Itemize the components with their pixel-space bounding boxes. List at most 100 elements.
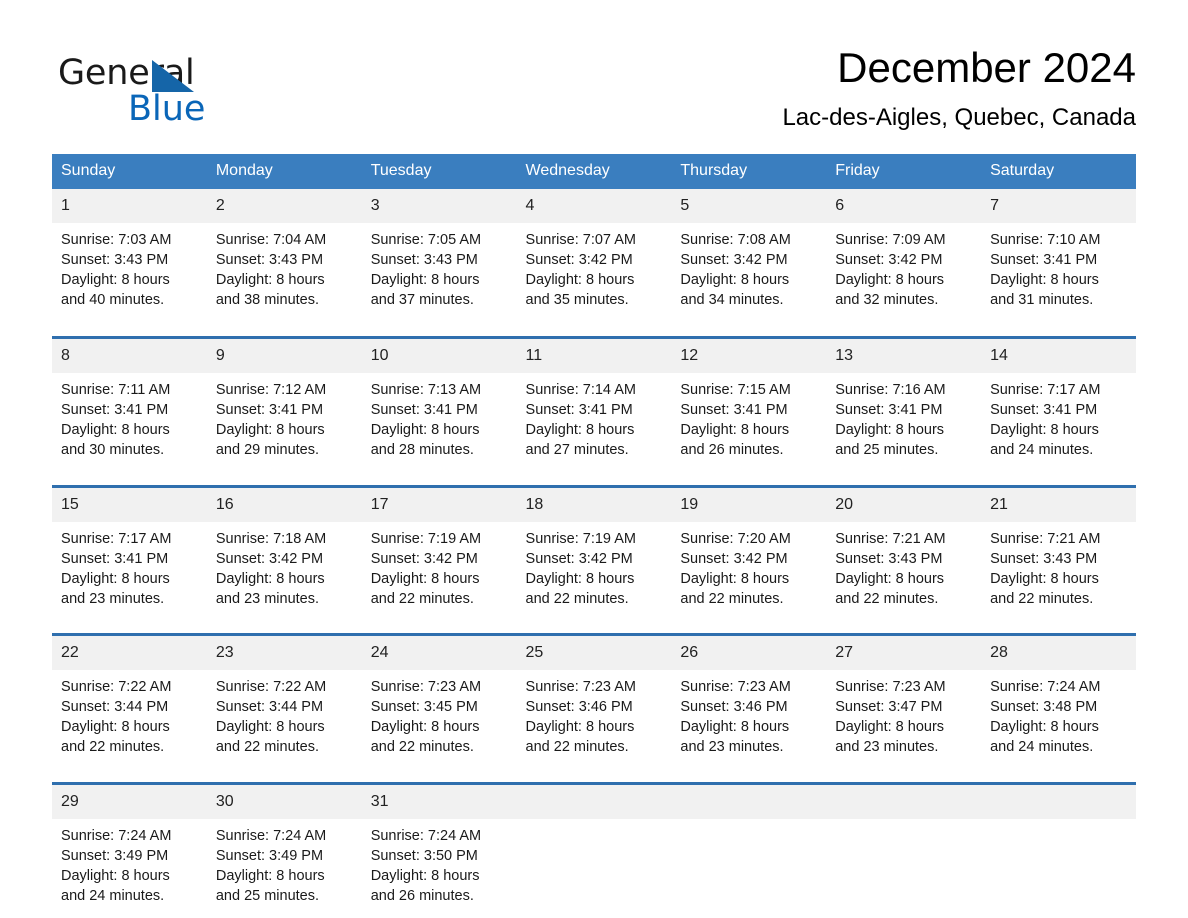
calendar-week-row: 1 Sunrise: 7:03 AM Sunset: 3:43 PM Daylig… (52, 189, 1136, 320)
calendar-day-cell[interactable]: 30 Sunrise: 7:24 AM Sunset: 3:49 PM Dayli… (206, 781, 362, 914)
calendar-day-cell[interactable]: 27 Sunrise: 7:23 AM Sunset: 3:47 PM Dayli… (826, 633, 982, 765)
day-sun-info (517, 819, 672, 826)
weekday-header-tuesday: Tuesday (361, 154, 517, 190)
day-sun-info: Sunrise: 7:19 AM Sunset: 3:42 PM Dayligh… (525, 530, 636, 607)
calendar-day-cell[interactable]: 29 Sunrise: 7:24 AM Sunset: 3:49 PM Dayli… (52, 781, 207, 914)
day-number: 28 (981, 636, 1136, 671)
day-sun-info: Sunrise: 7:11 AM Sunset: 3:41 PM Dayligh… (61, 382, 171, 459)
page-header: General Blue December 2024 Lac-des-Aigle… (0, 0, 1188, 132)
day-number: 14 (981, 339, 1136, 374)
calendar-day-cell[interactable]: 6 Sunrise: 7:09 AM Sunset: 3:42 PM Daylig… (826, 189, 982, 320)
calendar-day-cell[interactable]: 18 Sunrise: 7:19 AM Sunset: 3:42 PM Dayli… (516, 484, 672, 617)
day-sun-info: Sunrise: 7:23 AM Sunset: 3:45 PM Dayligh… (370, 679, 482, 756)
day-sun-info: Sunrise: 7:15 AM Sunset: 3:41 PM Dayligh… (680, 382, 791, 459)
weekday-header-friday: Friday (826, 154, 982, 190)
day-number: 4 (516, 189, 672, 224)
day-number: 19 (671, 487, 827, 522)
day-sun-info: Sunrise: 7:23 AM Sunset: 3:46 PM Dayligh… (680, 679, 791, 756)
weekday-header-sunday: Sunday (52, 154, 207, 190)
calendar-day-cell[interactable]: 25 Sunrise: 7:23 AM Sunset: 3:46 PM Dayli… (516, 633, 672, 765)
day-sun-info: Sunrise: 7:07 AM Sunset: 3:42 PM Dayligh… (525, 232, 636, 309)
page-subtitle: Lac-des-Aigles, Quebec, Canada (782, 104, 1136, 132)
day-number: 20 (826, 487, 982, 522)
day-number: 6 (826, 189, 982, 224)
day-number (826, 784, 982, 819)
calendar-day-cell[interactable]: 14 Sunrise: 7:17 AM Sunset: 3:41 PM Dayli… (981, 336, 1136, 468)
week-spacer (52, 764, 1136, 784)
calendar-day-cell[interactable]: 21 Sunrise: 7:21 AM Sunset: 3:43 PM Dayli… (981, 484, 1136, 617)
calendar-day-cell[interactable]: 31 Sunrise: 7:24 AM Sunset: 3:50 PM Dayli… (361, 781, 517, 914)
day-number: 31 (361, 784, 517, 819)
day-sun-info (826, 819, 981, 826)
calendar-day-cell[interactable]: 22 Sunrise: 7:22 AM Sunset: 3:44 PM Dayli… (52, 633, 207, 765)
calendar-day-cell[interactable]: 5 Sunrise: 7:08 AM Sunset: 3:42 PM Daylig… (671, 189, 827, 320)
calendar-day-cell[interactable]: 13 Sunrise: 7:16 AM Sunset: 3:41 PM Dayli… (826, 336, 982, 468)
day-number: 25 (516, 636, 672, 671)
day-sun-info (981, 819, 1136, 826)
day-number: 9 (206, 339, 362, 374)
day-sun-info: Sunrise: 7:12 AM Sunset: 3:41 PM Dayligh… (215, 382, 327, 459)
day-sun-info: Sunrise: 7:17 AM Sunset: 3:41 PM Dayligh… (61, 530, 172, 607)
calendar-day-cell[interactable]: 1 Sunrise: 7:03 AM Sunset: 3:43 PM Daylig… (52, 189, 207, 320)
day-number: 5 (671, 189, 827, 224)
calendar-day-cell[interactable]: 19 Sunrise: 7:20 AM Sunset: 3:42 PM Dayli… (671, 484, 827, 617)
weekday-header-wednesday: Wednesday (516, 154, 672, 190)
day-number: 29 (52, 784, 207, 819)
day-number: 23 (206, 636, 362, 671)
calendar-day-cell[interactable]: 15 Sunrise: 7:17 AM Sunset: 3:41 PM Dayli… (52, 484, 207, 617)
day-number: 27 (826, 636, 982, 671)
calendar-day-cell[interactable]: 9 Sunrise: 7:12 AM Sunset: 3:41 PM Daylig… (206, 336, 362, 468)
week-spacer-cell (52, 616, 1136, 635)
calendar-week-row: 22 Sunrise: 7:22 AM Sunset: 3:44 PM Dayli… (52, 633, 1136, 765)
calendar-day-cell[interactable]: 23 Sunrise: 7:22 AM Sunset: 3:44 PM Dayli… (206, 633, 362, 765)
day-sun-info: Sunrise: 7:24 AM Sunset: 3:49 PM Dayligh… (215, 827, 327, 904)
calendar-day-cell[interactable]: 26 Sunrise: 7:23 AM Sunset: 3:46 PM Dayli… (671, 633, 827, 765)
day-number: 12 (671, 339, 827, 374)
day-sun-info: Sunrise: 7:21 AM Sunset: 3:43 PM Dayligh… (835, 530, 946, 607)
calendar-page: General Blue December 2024 Lac-des-Aigle… (0, 0, 1188, 918)
calendar-day-cell[interactable]: 2 Sunrise: 7:04 AM Sunset: 3:43 PM Daylig… (206, 189, 362, 320)
calendar-day-cell[interactable]: 17 Sunrise: 7:19 AM Sunset: 3:42 PM Dayli… (361, 484, 517, 617)
calendar-day-cell[interactable]: 20 Sunrise: 7:21 AM Sunset: 3:43 PM Dayli… (826, 484, 982, 617)
calendar-week-row: 15 Sunrise: 7:17 AM Sunset: 3:41 PM Dayli… (52, 484, 1136, 617)
day-sun-info: Sunrise: 7:16 AM Sunset: 3:41 PM Dayligh… (835, 382, 946, 459)
calendar-day-cell[interactable]: 10 Sunrise: 7:13 AM Sunset: 3:41 PM Dayli… (361, 336, 517, 468)
day-number: 17 (361, 487, 517, 522)
weekday-header-thursday: Thursday (671, 154, 827, 190)
logo-text-blue: Blue (128, 89, 206, 129)
day-sun-info: Sunrise: 7:24 AM Sunset: 3:49 PM Dayligh… (61, 827, 172, 904)
calendar-week-row: 8 Sunrise: 7:11 AM Sunset: 3:41 PM Daylig… (52, 336, 1136, 468)
day-sun-info: Sunrise: 7:09 AM Sunset: 3:42 PM Dayligh… (835, 232, 946, 309)
calendar-day-cell[interactable]: 11 Sunrise: 7:14 AM Sunset: 3:41 PM Dayli… (516, 336, 672, 468)
calendar-day-cell[interactable]: 8 Sunrise: 7:11 AM Sunset: 3:41 PM Daylig… (52, 336, 207, 468)
calendar-day-cell[interactable]: 16 Sunrise: 7:18 AM Sunset: 3:42 PM Dayli… (206, 484, 362, 617)
page-title: December 2024 (837, 44, 1136, 91)
day-sun-info: Sunrise: 7:14 AM Sunset: 3:41 PM Dayligh… (525, 382, 636, 459)
day-sun-info: Sunrise: 7:23 AM Sunset: 3:46 PM Dayligh… (525, 679, 636, 756)
calendar-week-row: 29 Sunrise: 7:24 AM Sunset: 3:49 PM Dayli… (52, 781, 1136, 914)
calendar-empty-cell (516, 781, 672, 914)
logo-triangle-icon (152, 60, 194, 92)
generalblue-logo[interactable]: General Blue (58, 44, 258, 129)
calendar-body: 1 Sunrise: 7:03 AM Sunset: 3:43 PM Daylig… (52, 189, 1136, 914)
calendar-day-cell[interactable]: 4 Sunrise: 7:07 AM Sunset: 3:42 PM Daylig… (516, 189, 672, 320)
day-sun-info: Sunrise: 7:05 AM Sunset: 3:43 PM Dayligh… (370, 232, 482, 309)
day-sun-info: Sunrise: 7:13 AM Sunset: 3:41 PM Dayligh… (370, 382, 482, 459)
day-sun-info: Sunrise: 7:23 AM Sunset: 3:47 PM Dayligh… (835, 679, 946, 756)
week-spacer (52, 319, 1136, 338)
day-sun-info: Sunrise: 7:20 AM Sunset: 3:42 PM Dayligh… (680, 530, 791, 607)
day-sun-info: Sunrise: 7:22 AM Sunset: 3:44 PM Dayligh… (215, 679, 327, 756)
day-sun-info: Sunrise: 7:10 AM Sunset: 3:41 PM Dayligh… (990, 232, 1101, 309)
day-number: 16 (206, 487, 362, 522)
calendar-day-cell[interactable]: 24 Sunrise: 7:23 AM Sunset: 3:45 PM Dayli… (361, 633, 517, 765)
weekday-header-monday: Monday (206, 154, 362, 190)
day-sun-info: Sunrise: 7:03 AM Sunset: 3:43 PM Dayligh… (61, 232, 172, 309)
week-spacer (52, 616, 1136, 635)
day-sun-info: Sunrise: 7:22 AM Sunset: 3:44 PM Dayligh… (61, 679, 172, 756)
calendar-day-cell[interactable]: 7 Sunrise: 7:10 AM Sunset: 3:41 PM Daylig… (981, 189, 1136, 320)
day-number: 24 (361, 636, 517, 671)
day-number (671, 784, 827, 819)
calendar-day-cell[interactable]: 28 Sunrise: 7:24 AM Sunset: 3:48 PM Dayli… (981, 633, 1136, 765)
calendar-day-cell[interactable]: 3 Sunrise: 7:05 AM Sunset: 3:43 PM Daylig… (361, 189, 517, 320)
calendar-day-cell[interactable]: 12 Sunrise: 7:15 AM Sunset: 3:41 PM Dayli… (671, 336, 827, 468)
